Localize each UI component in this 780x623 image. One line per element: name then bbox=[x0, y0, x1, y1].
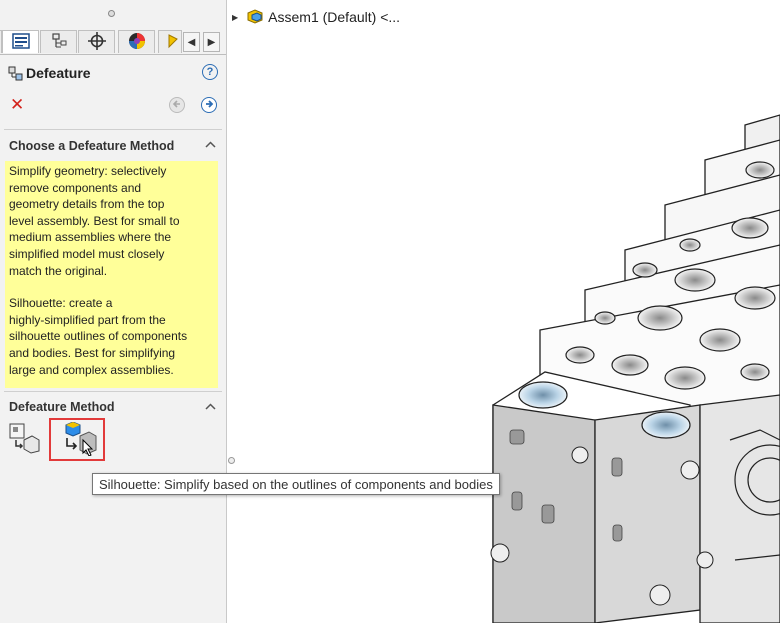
tab-scroll-left-button[interactable]: ◀ bbox=[183, 32, 200, 52]
defeature-icon bbox=[8, 66, 23, 84]
appearance-icon bbox=[128, 32, 146, 53]
property-title-row: Defeature ? bbox=[8, 64, 218, 84]
chevron-up-icon[interactable] bbox=[205, 137, 216, 151]
simplify-geometry-button[interactable] bbox=[8, 422, 40, 454]
back-button[interactable] bbox=[169, 97, 185, 113]
tab-property-manager[interactable] bbox=[40, 30, 77, 53]
help-icon[interactable]: ? bbox=[202, 64, 218, 80]
manager-tabs: ◀ ▶ bbox=[0, 30, 226, 55]
assembly-model-render bbox=[490, 114, 780, 623]
tab-scroll-right-button[interactable]: ▶ bbox=[203, 32, 220, 52]
chevron-left-icon: ◀ bbox=[187, 36, 196, 48]
back-arrow-icon bbox=[172, 99, 182, 112]
silhouette-tooltip: Silhouette: Simplify based on the outlin… bbox=[92, 473, 500, 495]
display-manager-icon bbox=[165, 33, 179, 52]
graphics-viewport[interactable] bbox=[227, 0, 780, 623]
method-description-box: Simplify geometry: selectively remove co… bbox=[5, 161, 218, 388]
configuration-manager-icon bbox=[87, 31, 106, 53]
section-title-choose-method: Choose a Defeature Method bbox=[9, 139, 175, 153]
section-title-defeature-method: Defeature Method bbox=[9, 400, 115, 414]
divider bbox=[4, 391, 222, 392]
feature-manager-icon bbox=[11, 32, 30, 52]
divider bbox=[4, 129, 222, 130]
tab-display-manager[interactable] bbox=[158, 30, 182, 53]
chevron-right-icon: ▶ bbox=[207, 36, 216, 48]
next-arrow-icon bbox=[204, 99, 214, 112]
next-button[interactable] bbox=[201, 97, 217, 113]
simplify-geometry-icon bbox=[8, 423, 40, 457]
grip-dot bbox=[108, 10, 115, 17]
page-title: Defeature bbox=[26, 65, 91, 81]
description-silhouette: Silhouette: create a highly-simplified p… bbox=[9, 296, 188, 377]
tab-feature-manager[interactable] bbox=[2, 30, 39, 53]
silhouette-highlight-box bbox=[49, 418, 105, 461]
close-icon[interactable]: ✕ bbox=[10, 96, 24, 114]
chevron-up-icon[interactable] bbox=[205, 399, 216, 413]
tab-configuration-manager[interactable] bbox=[78, 30, 115, 53]
tab-appearance[interactable] bbox=[118, 30, 155, 53]
panel-grip[interactable] bbox=[0, 0, 226, 26]
property-manager-panel: ◀ ▶ Defeature ? ✕ Choose a Defeature Met… bbox=[0, 0, 227, 623]
property-manager-icon bbox=[50, 32, 68, 52]
description-simplify: Simplify geometry: selectively remove co… bbox=[9, 164, 180, 278]
